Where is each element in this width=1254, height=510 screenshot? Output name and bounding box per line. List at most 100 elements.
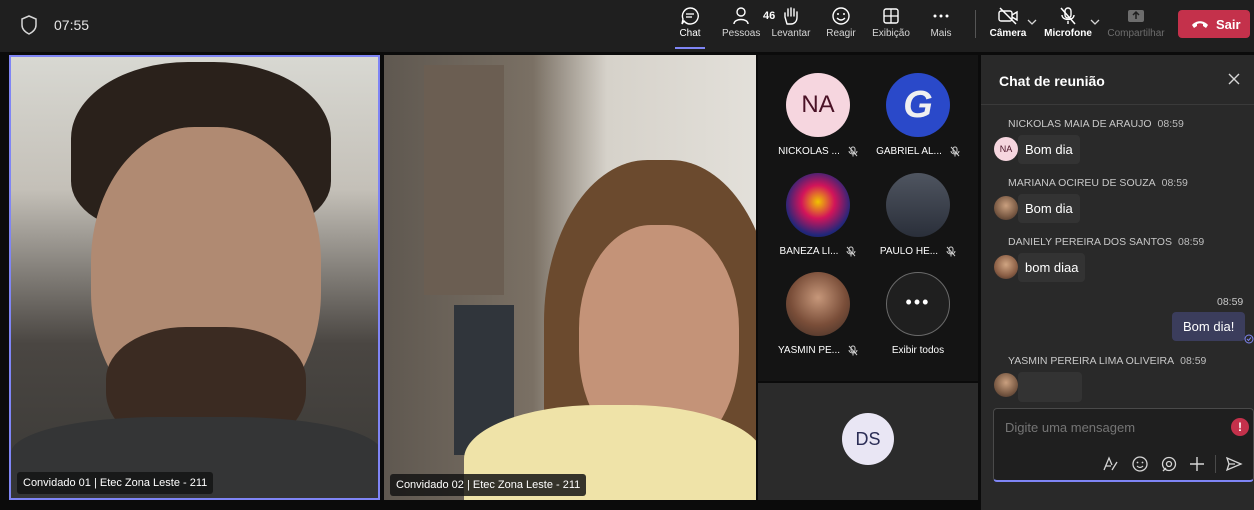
avatar: NA — [786, 73, 850, 137]
share-button[interactable]: Compartilhar — [1106, 6, 1166, 46]
mic-off-icon — [848, 146, 858, 157]
mic-options-chevron-down-icon[interactable] — [1090, 18, 1100, 26]
message-sender: YASMIN PEREIRA LIMA OLIVEIRA — [1008, 355, 1175, 367]
message-meta: MARIANA OCIREU DE SOUZA 08:59 — [1008, 177, 1188, 189]
chat-icon — [681, 7, 699, 25]
message-sender: DANIELY PEREIRA DOS SANTOS — [1008, 236, 1172, 248]
leave-button[interactable]: Sair — [1178, 10, 1250, 38]
avatar — [786, 173, 850, 237]
avatar: DS — [842, 413, 894, 465]
camera-off-icon — [998, 7, 1018, 25]
chat-message-list[interactable]: NICKOLAS MAIA DE ARAUJO 08:59 NA Bom dia … — [981, 106, 1254, 430]
message-meta: NICKOLAS MAIA DE ARAUJO 08:59 — [1008, 118, 1184, 130]
camera-label: Câmera — [989, 28, 1027, 39]
view-label: Exibição — [872, 28, 910, 39]
participant-gallery: NA NICKOLAS ... G GABRIEL AL... BANEZA L… — [758, 55, 978, 381]
participant-name: PAULO HE... — [879, 246, 939, 258]
mic-off-icon — [950, 146, 960, 157]
shield-icon — [21, 15, 37, 35]
view-button[interactable]: Exibição — [872, 6, 910, 46]
show-all-participants-button[interactable]: ••• Exibir todos — [868, 272, 968, 356]
share-label: Compartilhar — [1107, 28, 1165, 39]
video-tile-convidado-01[interactable]: Convidado 01 | Etec Zona Leste - 211 — [9, 55, 380, 500]
react-button[interactable]: Reagir — [825, 6, 857, 46]
raise-hand-button[interactable]: Levantar — [770, 6, 812, 46]
people-button[interactable]: 46 Pessoas — [722, 6, 775, 46]
participant-name: GABRIEL AL... — [876, 146, 942, 158]
message-sender: MARIANA OCIREU DE SOUZA — [1008, 177, 1156, 189]
meeting-toolbar: 07:55 Chat 46 Pessoas Levantar Reagir Ex… — [0, 0, 1254, 52]
share-icon — [1128, 10, 1144, 22]
participant-name-tag: Convidado 02 | Etec Zona Leste - 211 — [390, 474, 587, 496]
message-time: 08:59 — [1157, 118, 1184, 130]
add-icon[interactable] — [1188, 455, 1206, 473]
participant-name: YASMIN PE... — [777, 345, 841, 357]
hang-up-icon — [1192, 21, 1208, 28]
message-time: 08:59 — [1177, 236, 1205, 248]
show-all-label: Exibir todos — [891, 345, 945, 356]
message-input[interactable] — [1005, 420, 1225, 435]
gallery-participant[interactable]: PAULO HE... — [868, 173, 968, 257]
message-time: 08:59 — [1161, 177, 1188, 189]
people-icon — [733, 7, 749, 25]
my-message-bubble: Bom dia! — [1172, 312, 1246, 341]
video-tile-convidado-02[interactable]: Convidado 02 | Etec Zona Leste - 211 — [384, 55, 756, 500]
avatar — [994, 373, 1018, 397]
raise-hand-label: Levantar — [771, 28, 811, 39]
more-button[interactable]: Mais — [928, 6, 954, 46]
self-view-tile[interactable]: DS — [758, 383, 978, 500]
mic-off-icon — [848, 345, 858, 356]
avatar — [886, 173, 950, 237]
microphone-button[interactable]: Microfone — [1044, 6, 1092, 46]
avatar: G — [886, 73, 950, 137]
gallery-participant[interactable]: G GABRIEL AL... — [868, 73, 968, 157]
smile-icon — [832, 7, 850, 25]
participant-name: NICKOLAS ... — [778, 146, 840, 158]
chat-header: Chat de reunião — [981, 55, 1254, 105]
raise-hand-icon — [784, 7, 798, 25]
alert-icon: ! — [1231, 418, 1249, 436]
avatar — [994, 196, 1018, 220]
meeting-chat-panel: Chat de reunião NICKOLAS MAIA DE ARAUJO 0… — [981, 55, 1254, 510]
seen-check-icon — [1244, 334, 1254, 344]
gallery-participant[interactable]: YASMIN PE... — [768, 272, 868, 356]
mic-off-icon — [946, 246, 956, 257]
message-sender: NICKOLAS MAIA DE ARAUJO — [1008, 118, 1152, 130]
more-icon: ••• — [886, 272, 950, 336]
camera-options-chevron-down-icon[interactable] — [1027, 18, 1037, 26]
message-time: 08:59 — [1217, 296, 1244, 308]
emoji-icon[interactable] — [1131, 455, 1149, 473]
message-bubble: Bom dia — [1018, 194, 1080, 223]
chat-button-label: Chat — [679, 28, 701, 39]
message-bubble: Bom dia — [1018, 135, 1080, 164]
compose-box: ! — [993, 408, 1254, 482]
more-icon — [933, 14, 949, 18]
loop-icon[interactable] — [1160, 455, 1178, 473]
chat-title: Chat de reunião — [999, 73, 1105, 89]
message-meta: DANIELY PEREIRA DOS SANTOS 08:59 — [1008, 236, 1204, 248]
avatar: NA — [994, 137, 1018, 161]
leave-label: Sair — [1216, 17, 1241, 32]
mic-off-icon — [846, 246, 856, 257]
mic-off-icon — [1060, 7, 1076, 25]
toolbar-divider — [975, 10, 976, 38]
message-bubble — [1018, 372, 1082, 402]
avatar — [994, 255, 1018, 279]
participant-name: BANEZA LI... — [779, 246, 839, 258]
avatar — [786, 272, 850, 336]
grid-icon — [883, 8, 899, 24]
more-label: Mais — [930, 28, 952, 39]
people-button-label: Pessoas — [722, 28, 761, 39]
camera-button[interactable]: Câmera — [988, 6, 1028, 46]
format-icon[interactable] — [1101, 455, 1119, 473]
react-label: Reagir — [826, 28, 856, 39]
gallery-participant[interactable]: BANEZA LI... — [768, 173, 868, 257]
video-background-cabinet — [424, 65, 504, 295]
send-icon[interactable] — [1225, 455, 1243, 473]
message-bubble: bom diaa — [1018, 253, 1086, 282]
gallery-participant[interactable]: NA NICKOLAS ... — [768, 73, 868, 157]
close-icon[interactable] — [1227, 72, 1241, 86]
message-meta: YASMIN PEREIRA LIMA OLIVEIRA 08:59 — [1008, 355, 1206, 367]
meeting-timer: 07:55 — [54, 17, 90, 33]
chat-button[interactable]: Chat — [675, 6, 705, 49]
